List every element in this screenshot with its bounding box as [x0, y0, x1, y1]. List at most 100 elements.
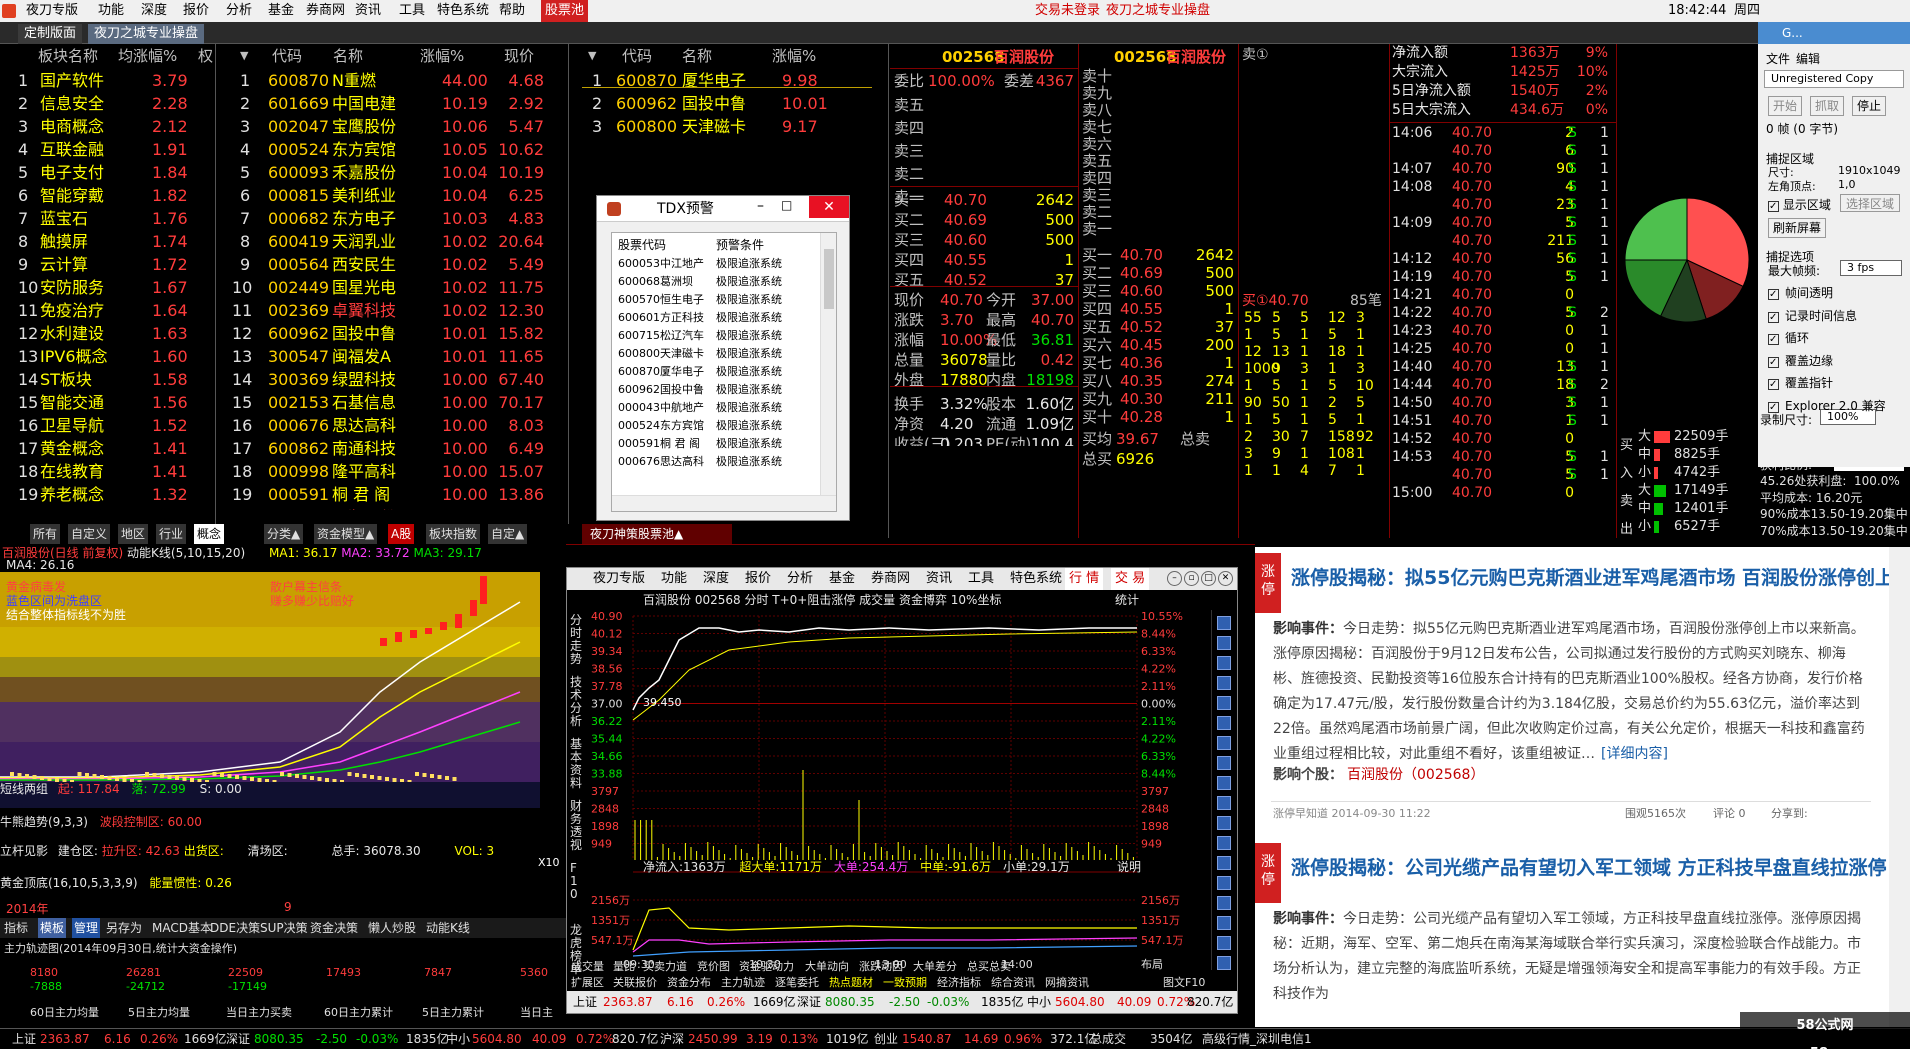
- menu-item[interactable]: 深度: [141, 0, 167, 22]
- tool-icon[interactable]: [1217, 816, 1231, 830]
- menu-item[interactable]: 资讯: [355, 0, 381, 22]
- side-tab[interactable]: 基本资料: [570, 738, 584, 790]
- filter-tab[interactable]: 资金模型▲: [314, 524, 378, 544]
- tool-icon[interactable]: [1217, 676, 1231, 690]
- table-row[interactable]: 9 云计算 1.72: [0, 253, 215, 276]
- alert-row[interactable]: 600068葛洲坝 极限追涨系统: [616, 273, 818, 290]
- table-row[interactable]: 2 信息安全 2.28: [0, 92, 215, 115]
- scrollbar[interactable]: [820, 233, 836, 497]
- kline-tool-button[interactable]: 另存为: [106, 918, 142, 938]
- table-row[interactable]: 10 002449 国星光电 10.02 11.75: [228, 276, 568, 299]
- minimize-icon[interactable]: –: [1167, 571, 1182, 586]
- bottom-tab[interactable]: 涨跌动因: [859, 958, 903, 974]
- news-title[interactable]: 涨停股揭秘：拟55亿元购巴克斯酒业进军鸡尾酒市场 百润股份涨停创上市: [1291, 563, 1889, 590]
- col-header[interactable]: 涨幅%: [772, 44, 816, 68]
- table-row[interactable]: 13 300547 闽福发A 10.01 11.65: [228, 345, 568, 368]
- bottom-tab[interactable]: 资金驱动力: [739, 958, 794, 974]
- bottom-tab[interactable]: 竞价图: [697, 958, 730, 974]
- select-area-button[interactable]: 选择区域: [1840, 194, 1900, 212]
- table-row[interactable]: 14 300369 绿盟科技 10.00 67.40: [228, 368, 568, 391]
- menu-item[interactable]: 深度: [703, 568, 729, 590]
- filter-tab[interactable]: 概念: [194, 524, 225, 544]
- bottom-tab[interactable]: 总买总卖: [967, 958, 1011, 974]
- filter-tab[interactable]: 所有: [30, 524, 61, 544]
- menu-item[interactable]: 夜刀专版: [593, 568, 645, 590]
- option-checkbox[interactable]: ✓ 覆盖指针: [1768, 374, 1833, 391]
- table-row[interactable]: 17 黄金概念 1.41: [0, 437, 215, 460]
- quote-button[interactable]: 行 情: [1065, 568, 1104, 590]
- tool-icon[interactable]: [1217, 756, 1231, 770]
- table-row[interactable]: 10 安防服务 1.67: [0, 276, 215, 299]
- menu-logo-text[interactable]: 夜刀专版: [26, 0, 78, 22]
- filter-tab[interactable]: 板块指数: [426, 524, 481, 544]
- affected-stock[interactable]: 百润股份（002568）: [1347, 763, 1484, 788]
- menu-item[interactable]: 资讯: [926, 568, 952, 590]
- col-header[interactable]: 代码: [622, 44, 652, 68]
- news-scrollbar[interactable]: [1889, 547, 1910, 1027]
- tool-icon[interactable]: [1217, 936, 1231, 950]
- table-row[interactable]: 1 600870 厦华电子 9.98: [582, 69, 888, 92]
- option-checkbox[interactable]: ✓ 循环: [1768, 329, 1809, 346]
- tool-icon[interactable]: [1217, 636, 1231, 650]
- table-row[interactable]: 2 600962 国投中鲁 10.01: [582, 92, 888, 115]
- tool-icon[interactable]: [1217, 856, 1231, 870]
- menu-edit[interactable]: 编辑: [1796, 50, 1820, 67]
- table-row[interactable]: 7 蓝宝石 1.76: [0, 207, 215, 230]
- bottom-tab[interactable]: 逐笔委托: [775, 974, 819, 990]
- kline-tool-button[interactable]: 指标: [4, 918, 28, 938]
- alert-row[interactable]: 000676思达高科 极限追涨系统: [616, 453, 818, 470]
- col-header[interactable]: 代码: [272, 44, 302, 68]
- capture-button[interactable]: 抓取: [1810, 96, 1844, 116]
- kline-tool-button[interactable]: 管理: [72, 918, 101, 938]
- news-title[interactable]: 涨停股揭秘：公司光缆产品有望切入军工领域 方正科技早盘直线拉涨停: [1291, 853, 1887, 880]
- bottom-tab[interactable]: 扩展区: [571, 974, 604, 990]
- minimize-icon[interactable]: –: [757, 198, 764, 214]
- alert-row[interactable]: 600870厦华电子 极限追涨系统: [616, 363, 818, 380]
- bottom-tab[interactable]: 热点题材: [829, 974, 873, 990]
- table-row[interactable]: 20 002568百润股份 10.00 40.70: [228, 506, 568, 510]
- menu-file[interactable]: 文件: [1766, 50, 1790, 67]
- table-row[interactable]: 13 IPV6概念 1.60: [0, 345, 215, 368]
- bottom-tab[interactable]: 一致预期: [883, 974, 927, 990]
- tool-icon[interactable]: [1217, 876, 1231, 890]
- col-header[interactable]: 名称: [682, 44, 712, 68]
- col-header[interactable]: 涨幅%: [420, 44, 464, 68]
- menu-item[interactable]: 特色系统: [437, 0, 489, 22]
- table-row[interactable]: 3 002047 宝鹰股份 10.06 5.47: [228, 115, 568, 138]
- stock-pool-tab[interactable]: 夜刀神策股票池▲: [582, 524, 732, 544]
- table-row[interactable]: 14 ST板块 1.58: [0, 368, 215, 391]
- col-header[interactable]: 权: [198, 44, 213, 68]
- table-row[interactable]: 1 国产软件 3.79: [0, 69, 215, 92]
- alert-row[interactable]: 600053中江地产 极限追涨系统: [616, 255, 818, 272]
- menu-item[interactable]: 报价: [183, 0, 209, 22]
- option-checkbox[interactable]: ✓ 帧间透明: [1768, 284, 1833, 301]
- side-tab[interactable]: F10: [570, 862, 584, 901]
- filter-tab[interactable]: A股: [388, 524, 415, 544]
- menu-item[interactable]: 报价: [745, 568, 771, 590]
- alert-row[interactable]: 600800天津磁卡 极限追涨系统: [616, 345, 818, 362]
- menu-item[interactable]: 券商网: [871, 568, 910, 590]
- stock-pool-button[interactable]: 股票池: [541, 0, 589, 22]
- menu-item[interactable]: 帮助: [499, 0, 525, 22]
- table-row[interactable]: 12 水利建设 1.63: [0, 322, 215, 345]
- alert-row[interactable]: 600570恒生电子 极限追涨系统: [616, 291, 818, 308]
- kline-tool-button[interactable]: SUP决策: [260, 918, 308, 938]
- side-tab[interactable]: 技术分析: [570, 676, 584, 728]
- table-row[interactable]: 2 601669 中国电建 10.19 2.92: [228, 92, 568, 115]
- table-row[interactable]: 19 000591 桐 君 阁 10.00 13.86: [228, 483, 568, 506]
- filter-tab[interactable]: 自定义: [68, 524, 111, 544]
- more-link[interactable]: [详细内容]: [1601, 746, 1668, 762]
- filter-tab[interactable]: 地区: [118, 524, 149, 544]
- menu-item[interactable]: 券商网: [306, 0, 345, 22]
- tool-icon[interactable]: [1217, 736, 1231, 750]
- side-tab[interactable]: 财务透视: [570, 800, 584, 852]
- alert-row[interactable]: 600715松辽汽车 极限追涨系统: [616, 327, 818, 344]
- option-checkbox[interactable]: ✓ Explorer 2.0 兼容: [1768, 397, 1886, 414]
- table-row[interactable]: 4 互联金融 1.91: [0, 138, 215, 161]
- sort-icon[interactable]: ▼: [240, 44, 248, 68]
- table-row[interactable]: 7 000682 东方电子 10.03 4.83: [228, 207, 568, 230]
- menu-item[interactable]: 基金: [829, 568, 855, 590]
- table-row[interactable]: 5 电子支付 1.84: [0, 161, 215, 184]
- table-row[interactable]: 6 000815 美利纸业 10.04 6.25: [228, 184, 568, 207]
- menu-item[interactable]: 功能: [661, 568, 687, 590]
